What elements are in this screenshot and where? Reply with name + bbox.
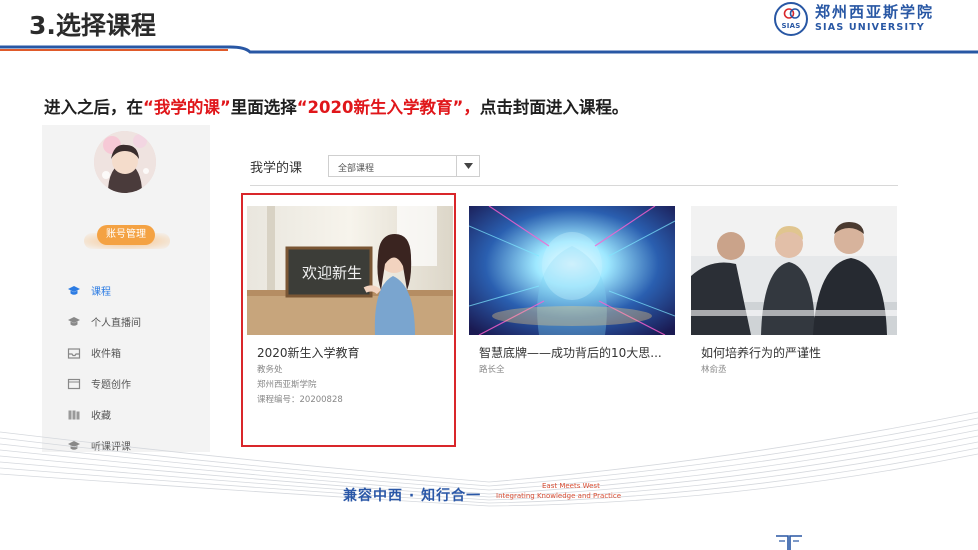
sidebar-item-label: 专题创作 (91, 380, 131, 391)
inbox-icon (67, 347, 81, 359)
course-teacher: 路长全 (479, 365, 505, 375)
window-icon (67, 378, 81, 389)
course-cover-rigor[interactable] (691, 206, 897, 335)
sidebar-item-courses[interactable]: 课程 (42, 275, 210, 306)
sidebar-item-label: 个人直播间 (91, 318, 141, 329)
instruction-highlight-1: “我学的课” (143, 98, 231, 117)
instruction-part-3: 点击封面进入课程。 (479, 98, 629, 117)
book-icon (776, 535, 802, 550)
course-cover-wisdom[interactable] (469, 206, 675, 335)
logo-english-name: SIAS UNIVERSITY (815, 22, 925, 34)
course-filter-select[interactable]: 全部课程 (328, 155, 480, 177)
header-divider (0, 45, 978, 54)
footer-motto-english: East Meets West Integrating Knowledge an… (496, 481, 621, 501)
footer-motto: 兼容中西 · 知行合一 (343, 488, 482, 504)
account-management-button[interactable]: 账号管理 (97, 225, 155, 245)
sias-logo: SIAS 郑州西亚斯学院 SIAS UNIVERSITY (774, 2, 934, 36)
course-title[interactable]: 如何培养行为的严谨性 (701, 344, 821, 361)
course-title[interactable]: 智慧底牌——成功背后的10大思... (479, 344, 662, 361)
instruction-highlight-2: “2020新生入学教育”， (296, 98, 480, 117)
avatar[interactable] (94, 131, 156, 193)
filter-value: 全部课程 (338, 164, 375, 174)
logo-chinese-name: 郑州西亚斯学院 (815, 3, 935, 22)
sidebar-item-label: 课程 (91, 287, 111, 298)
rings-icon (783, 8, 801, 19)
dropdown-arrow-icon[interactable] (456, 156, 479, 176)
tab-my-courses[interactable]: 我学的课 (250, 157, 302, 176)
sidebar-item-label: 收件箱 (91, 349, 121, 360)
instruction-text: 进入之后，在“我学的课”里面选择“2020新生入学教育”，点击封面进入课程。 (44, 94, 628, 118)
slide-title: 3.选择课程 (29, 11, 156, 40)
motto-english-line-2: Integrating Knowledge and Practice (496, 492, 622, 500)
motto-english-line-1: East Meets West (542, 482, 600, 490)
graduation-cap-icon (68, 285, 80, 295)
badge-text: SIAS (781, 22, 801, 30)
sias-badge: SIAS (774, 2, 808, 36)
instruction-part-2: 里面选择 (230, 98, 297, 117)
sidebar-item-live-room[interactable]: 个人直播间 (42, 306, 210, 337)
avatar-image (94, 131, 156, 193)
instruction-part-1: 进入之后，在 (44, 98, 143, 117)
sidebar-item-inbox[interactable]: 收件箱 (42, 337, 210, 368)
graduation-cap-icon (68, 316, 80, 326)
course-teacher: 林俞丞 (701, 365, 727, 375)
footer-wave-decoration (0, 411, 978, 507)
tab-divider (250, 185, 898, 186)
